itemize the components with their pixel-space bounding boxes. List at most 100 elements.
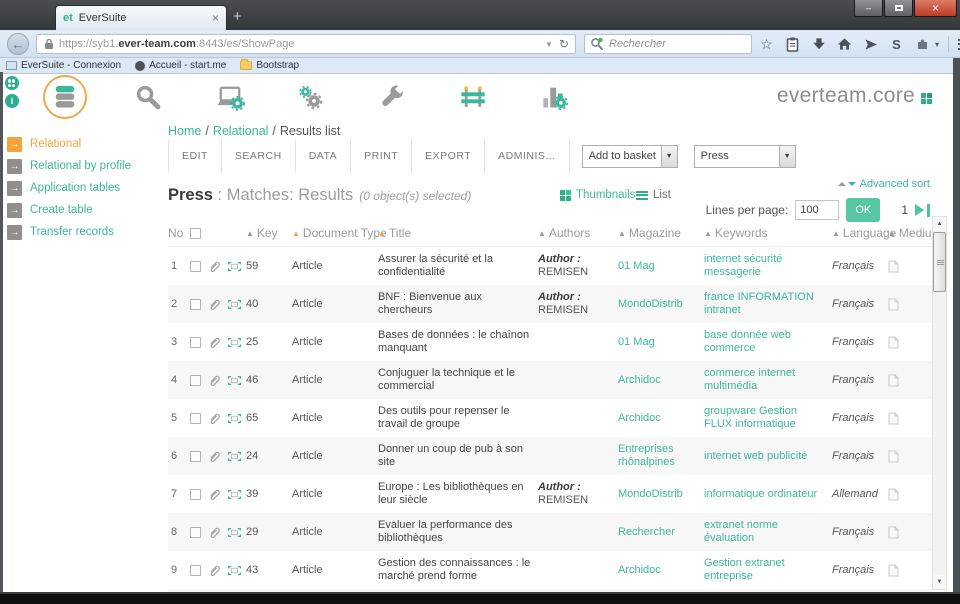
search-engine-icon[interactable] — [590, 37, 604, 51]
sort-asc-icon[interactable]: ▲ — [618, 229, 626, 238]
sort-asc-icon[interactable]: ▲ — [704, 229, 712, 238]
menu-item-data[interactable]: DATA — [296, 140, 351, 172]
row-title[interactable]: Evaluer la performance des bibliothèques — [378, 513, 538, 551]
back-button[interactable]: ← — [7, 33, 29, 55]
header-magazine[interactable]: ▲Magazine — [618, 226, 704, 240]
row-magazine[interactable]: Archidoc — [618, 361, 704, 399]
header-keywords[interactable]: ▲Keywords — [704, 226, 832, 240]
sort-asc-icon[interactable]: ▲ — [292, 229, 300, 238]
preview-frame-icon[interactable] — [228, 475, 246, 513]
pocket-icon[interactable] — [862, 36, 879, 53]
sort-asc-icon[interactable]: ▲ — [538, 229, 546, 238]
table-row[interactable]: 8 29 Article Evaluer la performance des … — [168, 513, 932, 551]
tools-module-icon[interactable] — [370, 75, 414, 119]
header-title[interactable]: ▲Title — [378, 226, 538, 240]
preview-frame-icon[interactable] — [228, 361, 246, 399]
browser-tab[interactable]: et EverSuite × — [55, 5, 227, 30]
last-page-icon[interactable] — [927, 204, 930, 217]
row-checkbox[interactable] — [190, 261, 201, 272]
addon-caret-icon[interactable]: ▾ — [935, 40, 939, 49]
preview-frame-icon[interactable] — [228, 437, 246, 475]
row-keywords[interactable]: internet sécurité messagerie — [704, 247, 832, 285]
skype-icon[interactable]: S — [888, 36, 905, 53]
attachment-icon[interactable] — [208, 361, 228, 399]
sort-asc-icon[interactable]: ▲ — [246, 229, 254, 238]
sort-asc-icon[interactable]: ▲ — [832, 229, 840, 238]
table-row[interactable]: 6 24 Article Donner un coup de pub à son… — [168, 437, 932, 475]
row-magazine[interactable]: Entreprises rhônalpines — [618, 437, 704, 475]
row-checkbox[interactable] — [190, 413, 201, 424]
row-magazine[interactable]: 01 Mag — [618, 247, 704, 285]
row-checkbox[interactable] — [190, 527, 201, 538]
lines-per-page-input[interactable] — [795, 200, 839, 220]
table-row[interactable]: 1 59 Article Assurer la sécurité et la c… — [168, 247, 932, 285]
content-scrollbar[interactable]: ▲ ▼ — [932, 216, 947, 590]
table-row[interactable]: 3 25 Article Bases de données : le chaîn… — [168, 323, 932, 361]
advanced-sort-link[interactable]: Advanced sort — [838, 178, 930, 190]
row-keywords[interactable]: commerce internet multimédia — [704, 361, 832, 399]
attachment-icon[interactable] — [208, 247, 228, 285]
row-magazine[interactable]: MondoDistrib — [618, 475, 704, 513]
row-keywords[interactable]: base donnée web commerce — [704, 323, 832, 361]
maintenance-module-icon[interactable] — [451, 75, 495, 119]
attachment-icon[interactable] — [208, 475, 228, 513]
breadcrumb-section[interactable]: Relational — [213, 124, 269, 138]
row-magazine[interactable]: Archidoc — [618, 399, 704, 437]
downloads-icon[interactable] — [810, 36, 827, 53]
close-button[interactable]: × — [914, 0, 957, 17]
statistics-module-icon[interactable] — [533, 75, 577, 119]
table-row[interactable]: 9 43 Article Gestion des connaissances :… — [168, 551, 932, 589]
scrollbar-thumb[interactable] — [933, 232, 946, 292]
table-row[interactable]: 2 40 Article BNF : Bienvenue aux cherche… — [168, 285, 932, 323]
home-icon[interactable] — [836, 36, 853, 53]
header-authors[interactable]: ▲Authors — [538, 226, 618, 240]
row-keywords[interactable]: internet web publicité — [704, 437, 832, 475]
row-keywords[interactable]: groupware Gestion FLUX informatique — [704, 399, 832, 437]
row-title[interactable]: Donner un coup de pub à son site — [378, 437, 538, 475]
table-row[interactable]: 5 65 Article Des outils pour repenser le… — [168, 399, 932, 437]
bookmarks-menu-icon[interactable] — [784, 36, 801, 53]
menu-item-adminis[interactable]: ADMINIS... — [485, 140, 570, 172]
attachment-icon[interactable] — [208, 551, 228, 589]
row-keywords[interactable]: france INFORMATION intranet — [704, 285, 832, 323]
header-medium[interactable]: ▲Medium — [888, 226, 928, 240]
list-toggle[interactable]: List — [636, 189, 671, 201]
sort-asc-icon[interactable]: ▲ — [378, 229, 386, 238]
row-magazine[interactable]: Archidoc — [618, 551, 704, 589]
header-doctype[interactable]: ▲Document Type — [292, 226, 378, 240]
preview-frame-icon[interactable] — [228, 399, 246, 437]
next-page-icon[interactable] — [915, 204, 924, 216]
row-checkbox[interactable] — [190, 337, 201, 348]
row-checkbox[interactable] — [190, 565, 201, 576]
row-keywords[interactable]: extranet norme évaluation — [704, 513, 832, 551]
row-title[interactable]: Assurer la sécurité et la confidentialit… — [378, 247, 538, 285]
row-keywords[interactable]: Gestion extranet entreprise — [704, 551, 832, 589]
row-magazine[interactable]: Rechercher — [618, 513, 704, 551]
scroll-down-icon[interactable]: ▼ — [933, 575, 946, 589]
apps-grid-icon[interactable] — [5, 76, 19, 90]
attachment-icon[interactable] — [208, 399, 228, 437]
row-checkbox[interactable] — [190, 489, 201, 500]
search-module-icon[interactable] — [126, 75, 170, 119]
sidebar-item-create-table[interactable]: →Create table — [7, 199, 165, 221]
search-input[interactable] — [609, 38, 746, 50]
header-key[interactable]: ▲Key — [246, 226, 292, 240]
dropdown-arrow-icon[interactable]: ▼ — [661, 146, 677, 167]
add-to-basket-select[interactable]: Add to basket ▼ — [582, 145, 678, 168]
preview-frame-icon[interactable] — [228, 513, 246, 551]
table-row[interactable]: 7 39 Article Europe : Les bibliothèques … — [168, 475, 932, 513]
row-checkbox[interactable] — [190, 299, 201, 310]
attachment-icon[interactable] — [208, 437, 228, 475]
row-magazine[interactable]: 01 Mag — [618, 323, 704, 361]
url-bar[interactable]: https://syb1.ever-team.com:8443/es/ShowP… — [36, 34, 576, 54]
attachment-icon[interactable] — [208, 285, 228, 323]
minimize-button[interactable]: – — [854, 0, 883, 17]
table-select[interactable]: Press ▼ — [694, 145, 796, 168]
row-title[interactable]: Conjuguer la technique et le commercial — [378, 361, 538, 399]
reload-icon[interactable]: ↻ — [559, 37, 569, 51]
sort-asc-icon[interactable]: ▲ — [888, 229, 896, 238]
row-title[interactable]: BNF : Bienvenue aux chercheurs — [378, 285, 538, 323]
database-module-icon[interactable] — [43, 75, 87, 119]
menu-item-export[interactable]: EXPORT — [412, 140, 485, 172]
sidebar-item-application-tables[interactable]: →Application tables — [7, 177, 165, 199]
